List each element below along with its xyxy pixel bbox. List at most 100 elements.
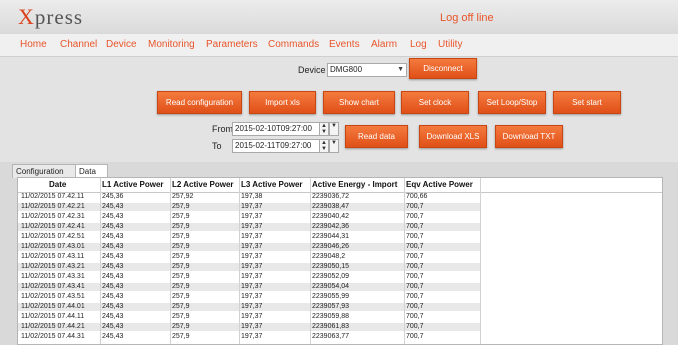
table-cell: 2239061,83 (312, 323, 349, 330)
table-cell: 700,66 (406, 193, 428, 200)
table-row[interactable]: 11/02/2015 07.43.21 245,43 257,9 197,37 2239… (18, 263, 480, 271)
column-divider (480, 178, 481, 344)
menu-channel[interactable]: Channel (60, 39, 97, 50)
set-clock-button[interactable]: Set clock (401, 91, 469, 114)
menu-utility[interactable]: Utility (438, 39, 462, 50)
menu-events[interactable]: Events (329, 39, 360, 50)
table-row[interactable]: 11/02/2015 07.42.21 245,43 257,9 197,37 2239… (18, 203, 480, 211)
from-label: From (212, 124, 233, 134)
table-cell: 257,9 (172, 333, 190, 340)
app-logo: Xpress (18, 4, 83, 30)
table-cell: 197,37 (241, 233, 263, 240)
table-cell: 257,9 (172, 273, 190, 280)
set-loop-stop-button[interactable]: Set Loop/Stop (478, 91, 546, 114)
table-cell: 257,9 (172, 303, 190, 310)
table-cell: 197,37 (241, 213, 263, 220)
column-divider (404, 178, 405, 344)
table-cell: 700,7 (406, 333, 424, 340)
table-row[interactable]: 11/02/2015 07.42.11 245,36 257,92 197,38 223… (18, 193, 480, 201)
table-cell: 197,37 (241, 293, 263, 300)
table-row[interactable]: 11/02/2015 07.43.51 245,43 257,9 197,37 2239… (18, 293, 480, 301)
menu-parameters[interactable]: Parameters (206, 39, 258, 50)
device-label: Device (298, 65, 326, 75)
table-cell: 2239042,36 (312, 223, 349, 230)
table-cell: 11/02/2015 07.43.31 (21, 273, 85, 280)
table-cell: 700,7 (406, 243, 424, 250)
menu-home[interactable]: Home (20, 39, 47, 50)
table-row[interactable]: 11/02/2015 07.44.31 245,43 257,9 197,37 2239… (18, 333, 480, 341)
title-bar: Xpress Log off line (0, 0, 678, 34)
table-row[interactable]: 11/02/2015 07.42.51 245,43 257,9 197,37 2239… (18, 233, 480, 241)
from-spinner[interactable]: ▲ ▼ (319, 122, 329, 136)
table-row[interactable]: 11/02/2015 07.42.41 245,43 257,9 197,37 2239… (18, 223, 480, 231)
table-cell: 11/02/2015 07.44.31 (21, 333, 85, 340)
column-header-l1[interactable]: L1 Active Power (102, 180, 164, 189)
table-row[interactable]: 11/02/2015 07.43.01 245,43 257,9 197,37 2239… (18, 243, 480, 251)
table-cell: 2239050,15 (312, 263, 349, 270)
menu-device[interactable]: Device (106, 39, 137, 50)
table-cell: 257,9 (172, 223, 190, 230)
disconnect-button[interactable]: Disconnect (409, 58, 477, 79)
table-cell: 2239044,31 (312, 233, 349, 240)
table-row[interactable]: 11/02/2015 07.44.01 245,43 257,9 197,37 2239… (18, 303, 480, 311)
logo-text: press (34, 5, 84, 29)
table-cell: 2239055,99 (312, 293, 349, 300)
menu-log[interactable]: Log (410, 39, 427, 50)
tab-configuration[interactable]: Configuration (12, 164, 77, 178)
main-menu: Home Channel Device Monitoring Parameter… (0, 34, 678, 57)
show-chart-button[interactable]: Show chart (323, 91, 395, 114)
table-cell: 11/02/2015 07.42.51 (21, 233, 85, 240)
to-spinner[interactable]: ▲ ▼ (319, 139, 329, 153)
device-select[interactable]: DMG800 ▼ (327, 63, 407, 77)
to-label: To (212, 141, 222, 151)
table-cell: 257,9 (172, 263, 190, 270)
from-calendar-dropdown[interactable]: ▼ (329, 122, 339, 136)
table-cell: 245,43 (102, 283, 124, 290)
tab-data[interactable]: Data (75, 164, 108, 178)
table-cell: 700,7 (406, 313, 424, 320)
table-cell: 11/02/2015 07.42.31 (21, 213, 85, 220)
table-cell: 257,9 (172, 243, 190, 250)
menu-commands[interactable]: Commands (268, 39, 319, 50)
table-row[interactable]: 11/02/2015 07.44.21 245,43 257,9 197,37 2239… (18, 323, 480, 331)
table-cell: 11/02/2015 07.43.21 (21, 263, 85, 270)
table-cell: 197,37 (241, 313, 263, 320)
read-configuration-button[interactable]: Read configuration (157, 91, 242, 114)
menu-monitoring[interactable]: Monitoring (148, 39, 195, 50)
table-cell: 245,43 (102, 263, 124, 270)
column-header-date[interactable]: Date (49, 180, 66, 189)
table-row[interactable]: 11/02/2015 07.43.41 245,43 257,9 197,37 2239… (18, 283, 480, 291)
table-cell: 245,36 (102, 193, 124, 200)
table-cell: 197,37 (241, 263, 263, 270)
table-cell: 2239040,42 (312, 213, 349, 220)
table-row[interactable]: 11/02/2015 07.43.11 245,43 257,9 197,37 2239… (18, 253, 480, 261)
read-data-button[interactable]: Read data (345, 125, 408, 148)
download-txt-button[interactable]: Download TXT (495, 125, 563, 148)
import-xls-button[interactable]: Import xls (249, 91, 316, 114)
chevron-down-icon: ▼ (397, 66, 404, 73)
table-cell: 245,43 (102, 233, 124, 240)
table-cell: 700,7 (406, 273, 424, 280)
table-cell: 700,7 (406, 323, 424, 330)
to-calendar-dropdown[interactable]: ▼ (329, 139, 339, 153)
menu-alarm[interactable]: Alarm (371, 39, 397, 50)
table-header: Date L1 Active Power L2 Active Power L3 … (18, 178, 662, 193)
column-divider (239, 178, 240, 344)
column-header-eqv[interactable]: Eqv Active Power (406, 180, 473, 189)
download-xls-button[interactable]: Download XLS (419, 125, 487, 148)
set-start-button[interactable]: Set start (553, 91, 621, 114)
table-cell: 700,7 (406, 233, 424, 240)
column-header-l2[interactable]: L2 Active Power (172, 180, 234, 189)
table-row[interactable]: 11/02/2015 07.44.11 245,43 257,9 197,37 2239… (18, 313, 480, 321)
column-divider (310, 178, 311, 344)
table-cell: 245,43 (102, 323, 124, 330)
to-datetime-input[interactable]: 2015-02-11T09:27:00 (232, 139, 320, 153)
column-header-l3[interactable]: L3 Active Power (241, 180, 303, 189)
from-datetime-input[interactable]: 2015-02-10T09:27:00 (232, 122, 320, 136)
table-cell: 197,37 (241, 303, 263, 310)
table-cell: 11/02/2015 07.42.41 (21, 223, 85, 230)
column-header-energy[interactable]: Active Energy - Import (312, 180, 397, 189)
table-row[interactable]: 11/02/2015 07.43.31 245,43 257,9 197,37 2239… (18, 273, 480, 281)
table-row[interactable]: 11/02/2015 07.42.31 245,43 257,9 197,37 2239… (18, 213, 480, 221)
table-cell: 11/02/2015 07.42.11 (21, 193, 85, 200)
